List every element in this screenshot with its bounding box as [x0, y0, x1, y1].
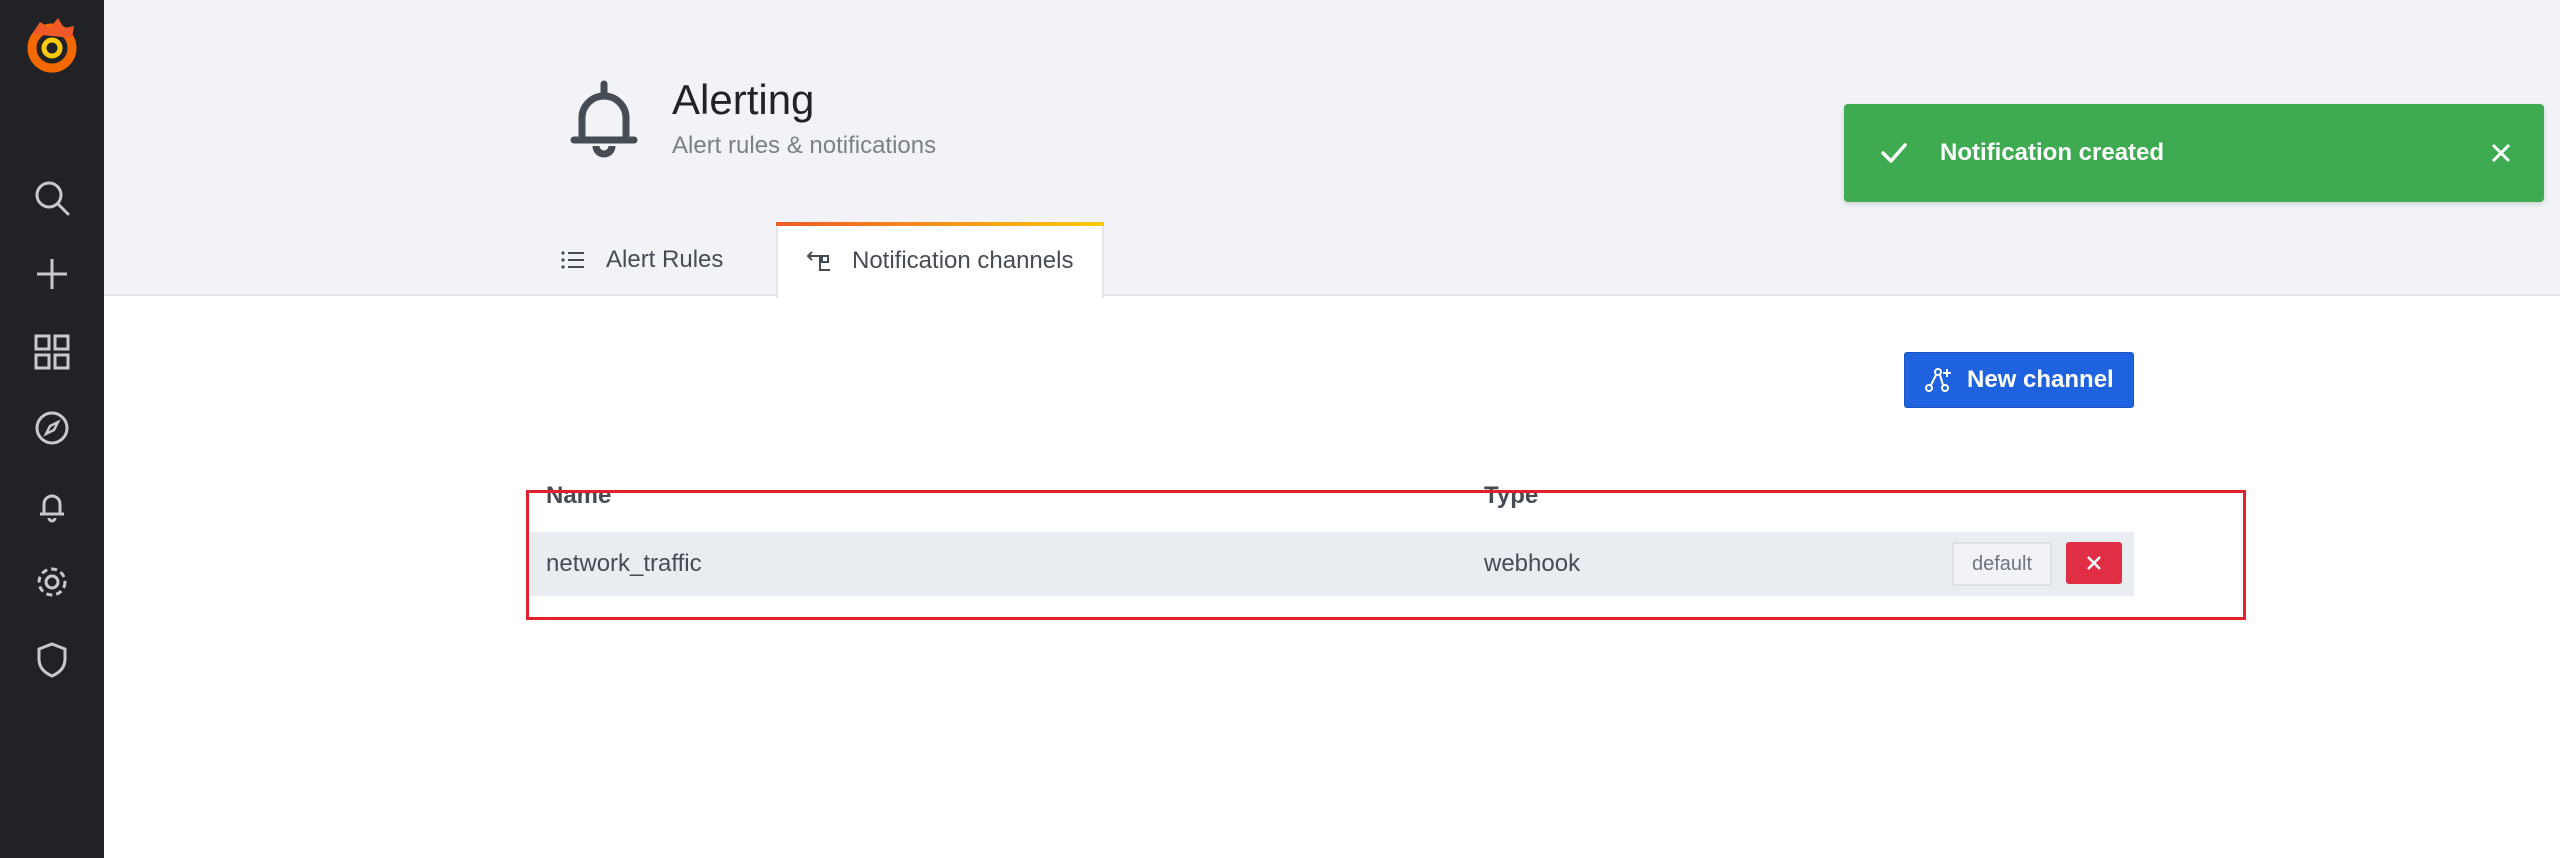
tab-notification-channels[interactable]: Notification channels — [776, 222, 1104, 298]
default-badge[interactable]: default — [1952, 542, 2052, 586]
new-channel-button[interactable]: New channel — [1904, 352, 2134, 408]
bell-icon — [568, 80, 640, 160]
close-icon[interactable] — [2488, 140, 2514, 166]
list-icon — [561, 251, 584, 269]
channel-share-icon — [806, 251, 830, 271]
table-row[interactable]: network_traffic webhook default — [530, 532, 2134, 596]
toast-message: Notification created — [1940, 139, 2165, 166]
close-icon — [2087, 556, 2101, 570]
explore-icon[interactable] — [32, 408, 72, 448]
channel-type: webhook — [1484, 550, 1581, 577]
tab-alert-rules[interactable]: Alert Rules — [560, 222, 723, 298]
tab-label: Notification channels — [852, 247, 1074, 274]
delete-button[interactable] — [2066, 542, 2122, 584]
channel-name[interactable]: network_traffic — [546, 550, 702, 578]
new-channel-label: New channel — [1967, 366, 2114, 393]
success-toast: Notification created — [1844, 104, 2544, 202]
sidebar — [0, 0, 104, 858]
tab-label: Alert Rules — [606, 246, 724, 273]
gear-icon[interactable] — [32, 562, 72, 602]
check-icon — [1881, 143, 1907, 163]
channel-add-icon — [1925, 368, 1951, 392]
alerting-icon[interactable] — [32, 486, 72, 526]
page-subtitle: Alert rules & notifications — [672, 132, 937, 159]
column-header-type: Type — [1484, 482, 1539, 509]
column-header-name: Name — [546, 482, 612, 509]
page-title: Alerting — [672, 76, 815, 123]
shield-icon[interactable] — [32, 640, 72, 680]
search-icon[interactable] — [32, 178, 72, 218]
plus-icon[interactable] — [32, 254, 72, 294]
dashboards-icon[interactable] — [32, 332, 72, 372]
grafana-logo-icon[interactable] — [20, 14, 84, 78]
